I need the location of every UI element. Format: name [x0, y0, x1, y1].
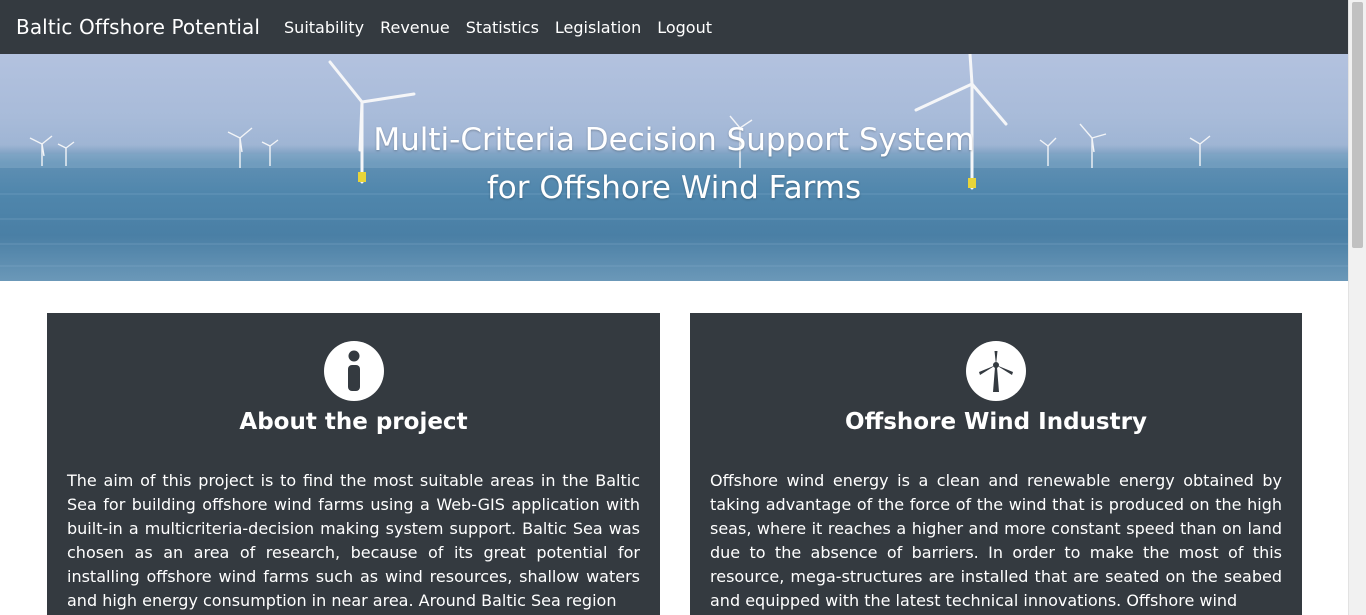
wind-turbine-icon [966, 341, 1026, 401]
nav-statistics[interactable]: Statistics [466, 18, 539, 37]
info-icon [323, 341, 384, 401]
about-project-card: About the project The aim of this projec… [47, 313, 660, 615]
scrollbar-thumb[interactable] [1352, 2, 1363, 248]
nav-revenue[interactable]: Revenue [380, 18, 450, 37]
page-scrollbar[interactable] [1348, 0, 1366, 615]
offshore-wind-title: Offshore Wind Industry [845, 409, 1147, 435]
top-navbar: Baltic Offshore Potential Suitability Re… [0, 0, 1348, 54]
hero-title-line-1: Multi-Criteria Decision Support System [373, 122, 975, 158]
nav-logout[interactable]: Logout [657, 18, 712, 37]
nav-legislation[interactable]: Legislation [555, 18, 641, 37]
hero-title-line-2: for Offshore Wind Farms [486, 170, 862, 206]
hero-banner: Multi-Criteria Decision Support System f… [0, 54, 1348, 281]
offshore-wind-card: Offshore Wind Industry Offshore wind ene… [690, 313, 1302, 615]
brand-link[interactable]: Baltic Offshore Potential [16, 15, 260, 39]
offshore-wind-text: Offshore wind energy is a clean and rene… [710, 471, 1282, 610]
about-project-title: About the project [239, 409, 468, 435]
nav-suitability[interactable]: Suitability [284, 18, 364, 37]
hero-title: Multi-Criteria Decision Support System f… [0, 116, 1348, 212]
about-project-text: The aim of this project is to find the m… [67, 471, 640, 610]
